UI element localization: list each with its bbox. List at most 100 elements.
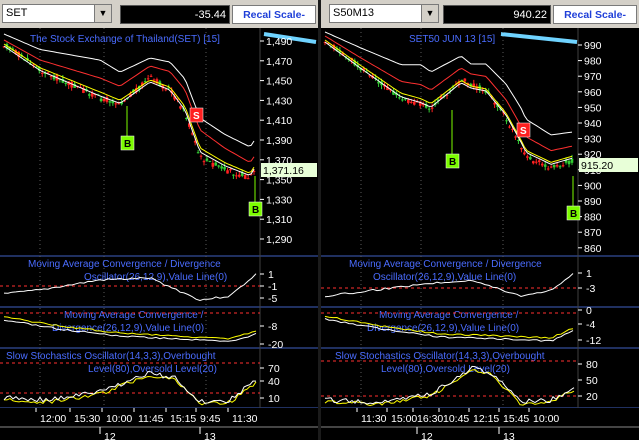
symbol-select-left[interactable]: SET ▼: [2, 4, 112, 23]
candle-body: [102, 98, 106, 102]
change-value-left: -35.44: [120, 5, 230, 24]
signal-tag-label: B: [570, 209, 577, 220]
candle-body: [555, 165, 559, 167]
candle-body: [412, 101, 416, 105]
price-tick-label: 1,330: [266, 194, 292, 206]
candle-body: [99, 98, 103, 102]
recal-scale-button-right[interactable]: Recal Scale-Linear: [553, 5, 637, 39]
change-value-right: 940.22: [443, 5, 551, 24]
candle-body: [49, 75, 53, 77]
candle-body: [114, 103, 118, 105]
candle-body: [149, 75, 153, 77]
stoch-tick-label: 50: [586, 375, 598, 387]
macd2-title-line2: Divergence(26,12,9),Value Line(0): [367, 323, 519, 334]
stoch-tick-label: 20: [586, 391, 598, 403]
macd-tick-label: 1: [268, 269, 274, 281]
candle-body: [232, 174, 235, 176]
stoch-title-line1: Slow Stochastics Oscillator(14,3,3),Over…: [6, 351, 216, 362]
time-label: 9:45: [200, 413, 221, 425]
macd-title-line1: Moving Average Convergence / Divergence: [349, 259, 542, 270]
candle-body: [40, 72, 44, 74]
price-tick-label: 1,310: [266, 214, 292, 226]
candle-body: [520, 147, 523, 150]
signal-tag-label: S: [193, 111, 200, 122]
candle-body: [220, 166, 223, 169]
price-tick-label: 1,490: [266, 36, 292, 48]
price-tick-label: 950: [584, 102, 602, 114]
day-label: 12: [104, 431, 116, 440]
price-tick-label: 900: [584, 180, 602, 192]
chevron-down-icon[interactable]: ▼: [421, 5, 438, 22]
candle-body: [164, 89, 168, 91]
stoch-tick-label: 80: [586, 359, 598, 371]
candle-body: [179, 106, 182, 109]
candle-body: [514, 136, 517, 138]
time-label: 12:15: [473, 413, 499, 425]
time-label: 11:30: [361, 413, 387, 425]
price-tick-label: 970: [584, 71, 602, 83]
symbol-select-right[interactable]: S50M13 ▼: [329, 4, 439, 23]
price-tick-label: 990: [584, 40, 602, 52]
last-price-label: 915.20: [581, 160, 613, 172]
candle-body: [208, 160, 212, 162]
toolbar-right: S50M13 ▼ 940.22 Recal Scale-Linear: [321, 0, 639, 39]
candle-body: [540, 163, 544, 166]
chart-pane-left: SET ▼ -35.44 Recal Scale-Linear The Stoc…: [0, 0, 318, 440]
candle-body: [505, 120, 508, 122]
macd2-tick-label: -4: [586, 319, 595, 331]
day-label: 12: [421, 431, 433, 440]
candle-body: [202, 161, 206, 163]
chevron-down-icon[interactable]: ▼: [94, 5, 111, 22]
candle-body: [532, 161, 535, 164]
signal-tag-label: B: [252, 205, 259, 216]
candle-body: [410, 101, 413, 103]
chart-canvas-left[interactable]: The Stock Exchange of Thailand(SET) [15]…: [0, 28, 318, 440]
candle-body: [235, 175, 238, 177]
stoch-tick-label: 70: [268, 363, 280, 375]
candle-body: [87, 94, 91, 96]
macd-title-line1: Moving Average Convergence / Divergence: [28, 259, 221, 270]
price-tick-label: 930: [584, 134, 602, 146]
time-label: 16:30: [417, 413, 443, 425]
candle-body: [229, 168, 232, 171]
macd-title-line2: Oscillator(26,12,9),Value Line(0): [373, 272, 516, 283]
price-tick-label: 1,410: [266, 115, 292, 127]
recal-scale-button-left[interactable]: Recal Scale-Linear: [232, 5, 316, 39]
macd-title-line2: Oscillator(26,12,9),Value Line(0): [84, 272, 227, 283]
candle-body: [407, 99, 410, 103]
price-tick-label: 940: [584, 118, 602, 130]
time-label: 11:45: [138, 413, 164, 425]
candle-body: [526, 156, 529, 158]
price-tick-label: 860: [584, 243, 602, 255]
macd2-tick-label: -8: [268, 321, 277, 333]
candle-body: [223, 167, 226, 170]
macd2-tick-label: 0: [586, 305, 592, 317]
macd2-tick-label: -12: [586, 335, 601, 347]
macd-tick-label: -5: [268, 293, 277, 305]
candle-body: [546, 168, 550, 170]
candle-body: [401, 99, 404, 101]
candle-body: [237, 174, 241, 177]
candle-body: [430, 107, 434, 109]
time-label: 11:30: [232, 413, 258, 425]
chart-canvas-right[interactable]: SET50 JUN 13 [15]99098097096095094093092…: [321, 28, 639, 440]
chart-title: SET50 JUN 13 [15]: [409, 34, 495, 45]
candle-body: [185, 118, 188, 120]
toolbar-left: SET ▼ -35.44 Recal Scale-Linear: [0, 0, 318, 39]
candle-body: [558, 166, 562, 168]
candle-body: [214, 162, 218, 166]
candle-body: [152, 79, 156, 81]
candle-body: [552, 165, 556, 168]
price-tick-label: 960: [584, 87, 602, 99]
price-tick-label: 890: [584, 196, 602, 208]
candle-body: [463, 78, 467, 82]
macd-tick-label: 1: [586, 268, 592, 280]
candle-body: [549, 166, 553, 168]
candle-body: [529, 157, 532, 160]
candle-body: [534, 161, 538, 163]
signal-tag-label: B: [449, 157, 456, 168]
macd2-tick-label: -20: [268, 339, 283, 351]
candle-body: [217, 165, 221, 167]
price-tick-label: 880: [584, 212, 602, 224]
candle-body: [561, 165, 565, 167]
